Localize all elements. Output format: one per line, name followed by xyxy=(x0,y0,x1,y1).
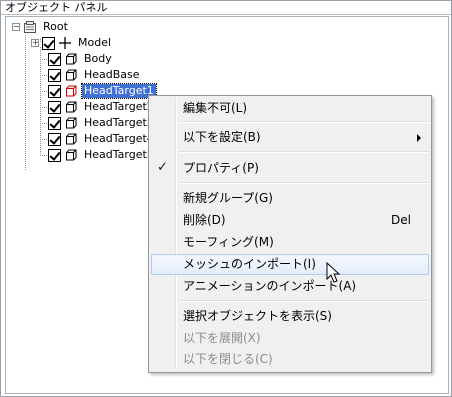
cube-icon xyxy=(66,149,77,161)
menu-item-expand-below[interactable]: 以下を展開(X) xyxy=(151,328,429,348)
menu-item-show-selected[interactable]: 選択オブジェクトを表示(S) xyxy=(151,306,429,326)
menu-item-properties[interactable]: ✓ プロパティ(P) xyxy=(151,158,429,178)
tree-node-label: Root xyxy=(43,20,68,33)
visibility-checkbox[interactable] xyxy=(48,100,61,114)
menu-item-label: モーフィング(M) xyxy=(183,235,274,249)
tree-connector-line xyxy=(40,47,41,156)
menu-item-delete[interactable]: 削除(D) Del xyxy=(151,210,429,230)
menu-separator xyxy=(179,182,429,184)
visibility-checkbox[interactable] xyxy=(48,52,61,66)
tree-node-label: HeadTarget3 xyxy=(84,116,154,129)
cube-icon xyxy=(66,69,77,81)
tree-node-headbase[interactable]: HeadBase xyxy=(48,67,142,83)
tree-node-label: Body xyxy=(84,52,112,65)
menu-item-morphing[interactable]: モーフィング(M) xyxy=(151,232,429,252)
cube-icon xyxy=(66,117,77,129)
tree-node-headtarget3[interactable]: HeadTarget3 xyxy=(48,115,156,131)
tree-node-headtarget1[interactable]: HeadTarget1 xyxy=(48,83,157,99)
menu-item-no-edit[interactable]: 編集不可(L) xyxy=(151,98,429,118)
tree-node-headtarget4[interactable]: HeadTarget4 xyxy=(48,131,156,147)
menu-item-label: 以下を設定(B) xyxy=(183,130,261,144)
visibility-checkbox[interactable] xyxy=(48,116,61,130)
menu-item-import-animation[interactable]: アニメーションのインポート(A) xyxy=(151,276,429,296)
collapse-icon[interactable]: − xyxy=(12,23,20,31)
menu-item-new-group[interactable]: 新規グループ(G) xyxy=(151,188,429,208)
cross-axis-icon xyxy=(59,37,71,49)
menu-item-import-mesh[interactable]: メッシュのインポート(I) xyxy=(151,254,429,275)
visibility-checkbox[interactable] xyxy=(48,148,61,162)
tree-node-body[interactable]: Body xyxy=(48,51,114,67)
visibility-checkbox[interactable] xyxy=(48,68,61,82)
menu-separator xyxy=(179,121,429,123)
expand-icon[interactable]: + xyxy=(31,39,39,47)
tree-node-label: HeadTarget2 xyxy=(84,100,154,113)
menu-item-label: 編集不可(L) xyxy=(183,101,248,115)
menu-item-set-below[interactable]: 以下を設定(B) xyxy=(151,127,429,147)
tree-connector-line xyxy=(25,35,26,170)
tree-node-model[interactable]: + Model xyxy=(31,35,113,51)
submenu-arrow-icon xyxy=(417,134,421,142)
menu-separator xyxy=(179,151,429,153)
tree-node-label: HeadTarget4 xyxy=(84,132,154,145)
visibility-checkbox[interactable] xyxy=(48,132,61,146)
menu-item-label: 選択オブジェクトを表示(S) xyxy=(183,309,332,323)
visibility-checkbox[interactable] xyxy=(42,36,55,50)
tree-node-headtarget2[interactable]: HeadTarget2 xyxy=(48,99,156,115)
menu-item-label: 以下を閉じる(C) xyxy=(183,352,273,366)
tree-node-label: Model xyxy=(78,36,112,49)
menu-separator xyxy=(179,300,429,302)
panel-title: オブジェクト パネル xyxy=(1,1,451,15)
menu-item-shortcut: Del xyxy=(391,213,411,227)
cube-icon xyxy=(66,133,77,145)
menu-item-collapse-below[interactable]: 以下を閉じる(C) xyxy=(151,349,429,369)
cube-icon xyxy=(66,101,77,113)
cube-red-icon xyxy=(66,85,77,97)
tree-node-root[interactable]: − Root xyxy=(12,19,70,35)
tree-node-label: HeadTarget1 xyxy=(81,83,157,99)
menu-item-label: メッシュのインポート(I) xyxy=(183,257,316,271)
tree-node-label: HeadTarget5 xyxy=(84,148,154,161)
tree-node-headtarget5[interactable]: HeadTarget5 xyxy=(48,147,156,163)
mouse-pointer-icon xyxy=(326,262,341,283)
menu-item-label: 新規グループ(G) xyxy=(183,191,273,205)
cube-icon xyxy=(66,53,77,65)
tree-node-label: HeadBase xyxy=(84,68,140,81)
context-menu: 編集不可(L) 以下を設定(B) ✓ プロパティ(P) 新規グループ(G) 削除… xyxy=(148,95,432,373)
checkmark-icon: ✓ xyxy=(157,160,168,175)
visibility-checkbox[interactable] xyxy=(48,84,61,98)
menu-item-label: 削除(D) xyxy=(183,213,226,227)
menu-item-label: 以下を展開(X) xyxy=(183,331,261,345)
menu-item-label: プロパティ(P) xyxy=(183,161,259,175)
folder-icon xyxy=(24,21,36,33)
